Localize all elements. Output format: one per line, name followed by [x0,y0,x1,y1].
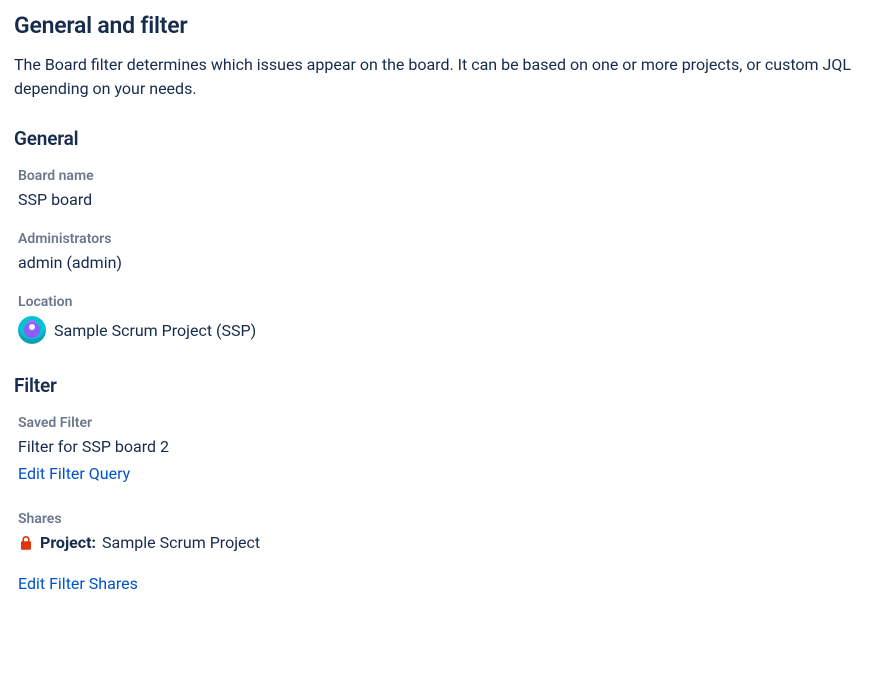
board-name-field: Board name SSP board [14,168,874,209]
page-title: General and filter [14,12,874,39]
edit-filter-query-link[interactable]: Edit Filter Query [14,464,130,483]
location-value: Sample Scrum Project (SSP) [54,321,256,340]
edit-filter-shares-link[interactable]: Edit Filter Shares [14,574,138,593]
general-heading: General [14,127,874,150]
saved-filter-label: Saved Filter [14,415,874,431]
location-label: Location [14,294,874,310]
shares-project-value: Sample Scrum Project [102,533,260,552]
general-section: General Board name SSP board Administrat… [14,127,874,344]
board-name-value: SSP board [14,190,874,209]
shares-field: Shares Project: Sample Scrum Project Edi… [14,511,874,593]
administrators-label: Administrators [14,231,874,247]
filter-section: Filter Saved Filter Filter for SSP board… [14,374,874,593]
saved-filter-value: Filter for SSP board 2 [14,437,874,456]
board-name-label: Board name [14,168,874,184]
project-avatar-icon [18,316,46,344]
administrators-value: admin (admin) [14,253,874,272]
saved-filter-field: Saved Filter Filter for SSP board 2 Edit… [14,415,874,483]
location-field: Location Sample Scrum Project (SSP) [14,294,874,344]
lock-icon [18,535,34,551]
shares-type-label: Project: [40,533,96,552]
page-description: The Board filter determines which issues… [14,53,874,101]
filter-heading: Filter [14,374,874,397]
shares-label: Shares [14,511,874,527]
administrators-field: Administrators admin (admin) [14,231,874,272]
